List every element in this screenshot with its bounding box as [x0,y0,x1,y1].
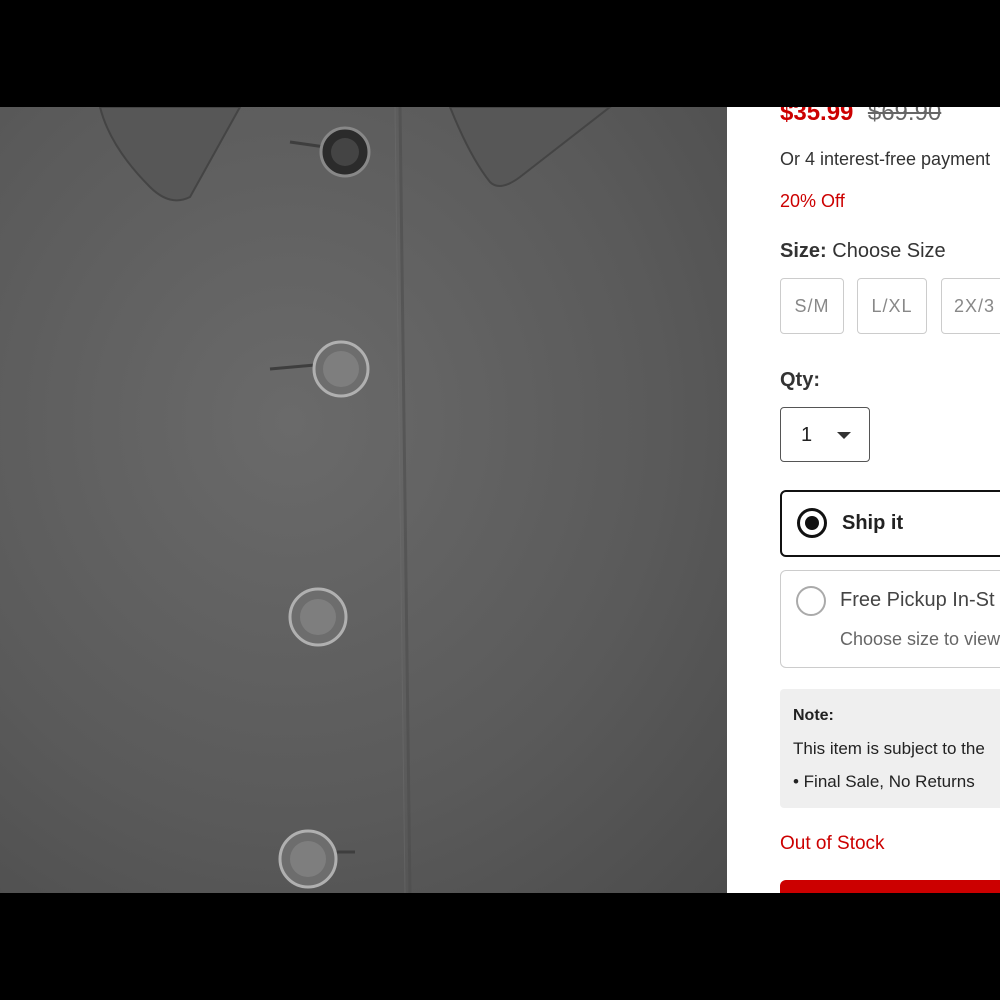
add-to-cart-button[interactable] [780,880,1000,893]
coat-button-1-icon [319,126,371,178]
note-title: Note: [793,707,834,724]
product-image[interactable] [0,107,727,893]
discount-badge: 20% Off [780,191,845,211]
radio-selected-icon[interactable] [797,508,827,538]
original-price: $69.90 [867,107,942,126]
note-text: This item is subject to the [793,739,985,758]
sale-price: $35.99 [780,107,854,126]
note-box: Note: This item is subject to the • Fina… [780,689,1000,808]
size-option-sm[interactable]: S/M [780,278,844,334]
size-label: Size: Choose Size [780,240,946,263]
pickup-label: Free Pickup In-St [840,589,995,611]
chevron-down-icon [837,432,851,439]
pickup-option[interactable]: Free Pickup In-St Choose size to view [780,570,1000,668]
size-option-lxl[interactable]: L/XL [857,278,927,334]
size-option-2x3x[interactable]: 2X/3 [941,278,1000,334]
qty-label: Qty: [780,369,820,391]
product-details-panel: $35.99 $69.90 Or 4 interest-free payment… [727,107,1000,893]
size-label-title: Size: [780,240,827,262]
ship-it-label: Ship it [842,512,904,534]
coat-button-2-icon [312,340,370,398]
note-bullet: • Final Sale, No Returns [793,772,975,791]
qty-value: 1 [801,424,813,446]
installments-text[interactable]: Or 4 interest-free payment [780,149,990,170]
screen: $35.99 $69.90 Or 4 interest-free payment… [0,107,1000,893]
qty-select[interactable]: 1 [780,407,870,462]
price-row: $35.99 $69.90 [780,107,941,127]
stock-status: Out of Stock [780,833,885,854]
pickup-subtext: Choose size to view [840,629,1000,649]
radio-unselected-icon[interactable] [796,586,826,616]
size-selected-value: Choose Size [832,240,946,262]
coat-button-3-icon [288,587,348,647]
ship-it-option[interactable]: Ship it [780,490,1000,557]
coat-illustration [98,107,612,893]
coat-button-4-icon [278,829,338,889]
